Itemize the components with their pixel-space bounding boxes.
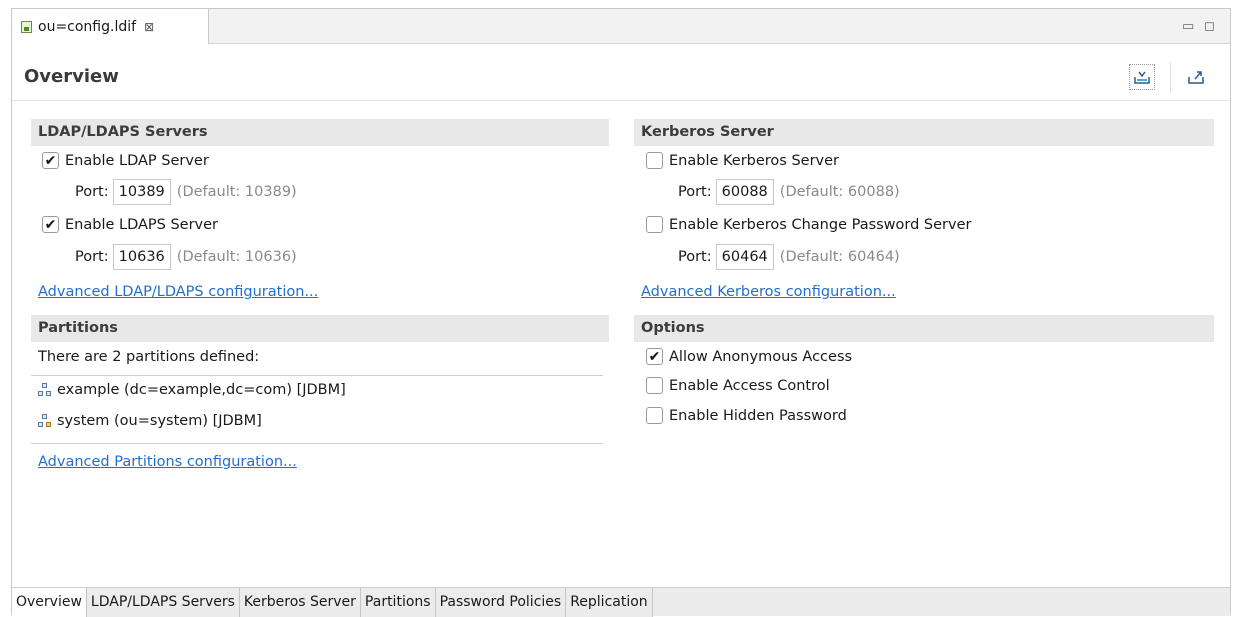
- tab-partitions[interactable]: Partitions: [360, 588, 436, 617]
- partition-item-system[interactable]: system (ou=system) [JDBM]: [38, 413, 262, 429]
- editor-tab-label: ou=config.ldif: [38, 18, 137, 35]
- change-pw-port-label: Port:: [678, 249, 712, 265]
- ldaps-port-row: Port: 10636 (Default: 10636): [75, 244, 297, 270]
- kerberos-port-row: Port: 60088 (Default: 60088): [678, 179, 900, 205]
- export-button[interactable]: [1183, 64, 1209, 90]
- import-button[interactable]: [1129, 64, 1155, 90]
- tab-replication[interactable]: Replication: [566, 588, 653, 617]
- editor-tab-config-ldif[interactable]: ou=config.ldif ⊠: [12, 9, 209, 44]
- partitions-divider-top: [31, 375, 603, 376]
- kerberos-port-label: Port:: [678, 184, 712, 200]
- access-control-label: Enable Access Control: [669, 377, 830, 394]
- kerberos-port-default: (Default: 60088): [779, 184, 900, 200]
- change-pw-port-row: Port: 60464 (Default: 60464): [678, 244, 900, 270]
- allow-anonymous-row: Allow Anonymous Access: [646, 348, 852, 365]
- access-control-checkbox[interactable]: [646, 377, 663, 394]
- partitions-divider-bottom: [31, 443, 603, 444]
- system-partition-icon: [38, 414, 52, 428]
- header-divider: [12, 100, 1230, 101]
- hidden-password-checkbox[interactable]: [646, 407, 663, 424]
- partition-label: example (dc=example,dc=com) [JDBM]: [57, 382, 346, 398]
- enable-kerberos-row: Enable Kerberos Server: [646, 152, 839, 169]
- ldap-port-default: (Default: 10389): [176, 184, 297, 200]
- tab-password-policies[interactable]: Password Policies: [435, 588, 567, 617]
- close-icon[interactable]: ⊠: [144, 20, 154, 34]
- enable-ldaps-label: Enable LDAPS Server: [65, 216, 219, 233]
- ldif-file-icon: [21, 20, 32, 33]
- header-separator: [1170, 62, 1171, 92]
- ldaps-port-input[interactable]: 10636: [112, 244, 171, 270]
- page-tab-bar: Overview LDAP/LDAPS Servers Kerberos Ser…: [12, 587, 1230, 617]
- enable-ldaps-checkbox[interactable]: [42, 216, 59, 233]
- change-pw-port-input[interactable]: 60464: [715, 244, 774, 270]
- tab-ldap-servers[interactable]: LDAP/LDAPS Servers: [86, 588, 240, 617]
- ldaps-port-default: (Default: 10636): [176, 249, 297, 265]
- enable-ldaps-row: Enable LDAPS Server: [42, 216, 218, 233]
- advanced-partitions-link[interactable]: Advanced Partitions configuration...: [38, 454, 297, 470]
- enable-ldap-checkbox[interactable]: [42, 152, 59, 169]
- section-partitions-heading: Partitions: [31, 315, 609, 342]
- enable-kerberos-label: Enable Kerberos Server: [669, 152, 840, 169]
- import-icon: [1134, 71, 1150, 84]
- enable-change-pw-label: Enable Kerberos Change Password Server: [669, 216, 972, 233]
- hidden-password-row: Enable Hidden Password: [646, 407, 847, 424]
- partition-icon: [38, 383, 52, 397]
- ldap-port-row: Port: 10389 (Default: 10389): [75, 179, 297, 205]
- editor-tab-strip: ou=config.ldif ⊠ ▭ ◻: [12, 9, 1230, 44]
- hidden-password-label: Enable Hidden Password: [669, 407, 847, 424]
- advanced-kerberos-link[interactable]: Advanced Kerberos configuration...: [641, 284, 896, 300]
- minimize-icon[interactable]: ▭: [1182, 19, 1194, 34]
- section-options-heading: Options: [634, 315, 1214, 342]
- allow-anonymous-label: Allow Anonymous Access: [669, 348, 853, 365]
- partitions-summary: There are 2 partitions defined:: [38, 349, 260, 365]
- enable-kerberos-checkbox[interactable]: [646, 152, 663, 169]
- editor-panel: ou=config.ldif ⊠ ▭ ◻ Overview LDAP/LDAPS…: [11, 8, 1231, 617]
- ldap-port-input[interactable]: 10389: [112, 179, 171, 205]
- maximize-icon[interactable]: ◻: [1204, 19, 1215, 34]
- tab-kerberos-server[interactable]: Kerberos Server: [239, 588, 361, 617]
- enable-ldap-label: Enable LDAP Server: [65, 152, 209, 169]
- partition-item-example[interactable]: example (dc=example,dc=com) [JDBM]: [38, 382, 346, 398]
- partition-label: system (ou=system) [JDBM]: [57, 413, 262, 429]
- section-ldap-heading: LDAP/LDAPS Servers: [31, 119, 609, 146]
- ldap-port-label: Port:: [75, 184, 109, 200]
- enable-change-pw-checkbox[interactable]: [646, 216, 663, 233]
- kerberos-port-input[interactable]: 60088: [715, 179, 774, 205]
- enable-change-pw-row: Enable Kerberos Change Password Server: [646, 216, 971, 233]
- advanced-ldap-link[interactable]: Advanced LDAP/LDAPS configuration...: [38, 284, 318, 300]
- enable-ldap-row: Enable LDAP Server: [42, 152, 209, 169]
- change-pw-port-default: (Default: 60464): [779, 249, 900, 265]
- page-title: Overview: [24, 66, 119, 87]
- ldaps-port-label: Port:: [75, 249, 109, 265]
- section-kerberos-heading: Kerberos Server: [634, 119, 1214, 146]
- tab-overview[interactable]: Overview: [12, 588, 87, 617]
- export-icon: [1188, 71, 1204, 84]
- allow-anonymous-checkbox[interactable]: [646, 348, 663, 365]
- access-control-row: Enable Access Control: [646, 377, 830, 394]
